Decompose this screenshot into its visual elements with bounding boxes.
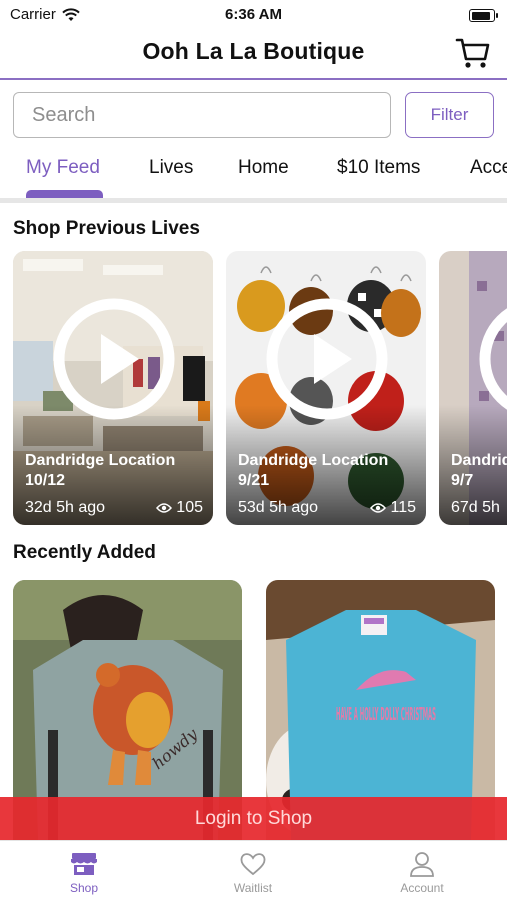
- nav-shop[interactable]: Shop: [34, 851, 134, 895]
- search-input[interactable]: [14, 93, 390, 137]
- nav-account[interactable]: Account: [372, 851, 472, 895]
- live-age: 32d 5h ago: [25, 499, 106, 516]
- play-icon[interactable]: [479, 298, 507, 420]
- nav-waitlist-label: Waitlist: [233, 881, 273, 895]
- active-tab-indicator: [26, 190, 103, 198]
- category-tabs: My Feed Lives Home $10 Items Acce: [0, 148, 507, 198]
- live-date: 9/7: [451, 472, 474, 489]
- tab-lives[interactable]: Lives: [149, 157, 193, 179]
- bottom-tab-bar: Shop Waitlist Account: [0, 840, 507, 901]
- play-icon[interactable]: [53, 298, 175, 420]
- person-icon: [410, 852, 434, 877]
- live-name: Dandridge Location: [238, 452, 389, 469]
- nav-account-label: Account: [400, 881, 444, 895]
- tab-accessories[interactable]: Acce: [470, 157, 507, 179]
- login-to-shop-button[interactable]: Login to Shop: [0, 797, 507, 840]
- search-box: [13, 92, 391, 138]
- view-count-value: 115: [390, 499, 416, 516]
- tab-home[interactable]: Home: [238, 157, 289, 179]
- tab-10-items[interactable]: $10 Items: [337, 157, 420, 179]
- tab-my-feed[interactable]: My Feed: [26, 157, 100, 179]
- play-icon[interactable]: [266, 298, 388, 420]
- nav-waitlist[interactable]: Waitlist: [203, 851, 303, 895]
- product-print-text: HAVE A HOLLY DOLLY CHRISTMAS: [336, 704, 436, 725]
- live-title: Dandridge Location 10/12: [25, 451, 175, 491]
- live-title: Dandrid 9/7: [451, 451, 507, 491]
- live-card[interactable]: Dandridge Location 9/21 53d 5h ago 115: [226, 251, 426, 525]
- live-age: 67d 5h: [451, 499, 500, 516]
- live-name: Dandridge Location: [25, 452, 176, 469]
- eye-icon: [370, 503, 387, 513]
- status-bar: Carrier 6:36 AM: [0, 0, 507, 30]
- heart-icon: [240, 853, 266, 876]
- live-title: Dandridge Location 9/21: [238, 451, 388, 491]
- page-title: Ooh La La Boutique: [142, 38, 365, 64]
- nav-shop-label: Shop: [69, 881, 99, 895]
- view-count-value: 105: [176, 499, 203, 516]
- clock: 6:36 AM: [225, 6, 282, 23]
- live-name: Dandrid: [451, 452, 507, 469]
- view-count: 105: [156, 499, 203, 517]
- eye-icon: [156, 503, 173, 513]
- tab-divider: [0, 198, 507, 203]
- app-header: Ooh La La Boutique: [0, 30, 507, 80]
- live-age: 53d 5h ago: [238, 499, 319, 516]
- section-title-previous-lives: Shop Previous Lives: [13, 218, 200, 239]
- section-title-recently-added: Recently Added: [13, 542, 156, 563]
- live-date: 9/21: [238, 472, 270, 489]
- store-icon: [71, 853, 97, 875]
- live-date: 10/12: [25, 472, 66, 489]
- live-card[interactable]: Dandrid 9/7 67d 5h: [439, 251, 507, 525]
- live-card[interactable]: Dandridge Location 10/12 32d 5h ago 105: [13, 251, 213, 525]
- battery-icon: [469, 9, 498, 22]
- view-count: 115: [370, 499, 416, 517]
- cart-icon[interactable]: [455, 35, 491, 71]
- filter-button[interactable]: Filter: [405, 92, 494, 138]
- previous-lives-carousel[interactable]: Dandridge Location 10/12 32d 5h ago 105: [13, 251, 507, 525]
